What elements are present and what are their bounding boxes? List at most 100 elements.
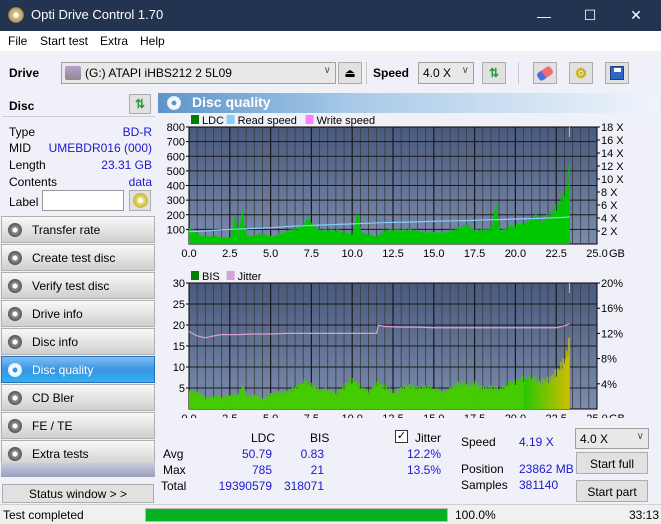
disc-quality-icon (167, 96, 181, 110)
data-bar (568, 165, 570, 244)
y-tick-label: 700 (167, 137, 185, 149)
disc-mid-row: MID UMEBDR016 (000) (9, 141, 152, 157)
chevron-down-icon: ∨ (461, 65, 469, 76)
x-tick-label: 15.0 (423, 248, 444, 260)
y-tick-label: 15 (173, 341, 185, 353)
nav-transfer-rate[interactable]: Transfer rate (1, 216, 155, 243)
legend-swatch (191, 271, 199, 280)
x-tick-label: 5.0 (263, 248, 278, 260)
y2-tick-label: 4% (601, 379, 617, 391)
nav-label: FE / TE (32, 419, 73, 433)
avg-ldc: 50.79 (241, 447, 272, 461)
nav-disc-info[interactable]: Disc info (1, 328, 155, 355)
nav-label: Extra tests (32, 447, 89, 461)
x-tick-label: 10.0 (341, 413, 362, 418)
x-tick-label: 12.5 (382, 248, 403, 260)
save-button[interactable] (605, 62, 629, 84)
legend-label: LDC (202, 115, 224, 127)
nav-fe-te[interactable]: FE / TE (1, 412, 155, 439)
menu-start-test[interactable]: Start test (40, 34, 88, 48)
x-tick-label: 15.0 (423, 413, 444, 418)
disc-contents-label: Contents (9, 175, 58, 189)
start-part-button[interactable]: Start part (576, 480, 648, 502)
legend-swatch (305, 115, 314, 124)
drive-value: (G:) ATAPI iHBS212 2 5L09 (85, 66, 232, 80)
x-tick-label: 22.5 (545, 248, 566, 260)
left-panel: Disc ⇅ Type BD-R MID UMEBDR016 (000) Lengt… (0, 91, 157, 504)
y-tick-label: 25 (173, 299, 185, 311)
menu-help[interactable]: Help (140, 34, 165, 48)
app-icon (8, 7, 24, 23)
legend-swatch (226, 115, 235, 124)
y-tick-label: 300 (167, 195, 185, 207)
disc-icon (8, 363, 22, 377)
refresh-button[interactable]: ⇅ (482, 62, 506, 84)
test-speed-select[interactable]: 4.0 X ∨ (575, 428, 649, 449)
disc-length-value: 23.31 GB (101, 158, 152, 172)
disc-icon (8, 307, 22, 321)
y2-tick-label: 14 X (601, 148, 624, 160)
disc-contents-row: Contents data (9, 175, 152, 191)
x-tick-label: 25.0 (586, 413, 607, 418)
nav-drive-info[interactable]: Drive info (1, 300, 155, 327)
menu-file[interactable]: File (8, 34, 27, 48)
menu-extra[interactable]: Extra (100, 34, 128, 48)
disc-type-value: BD-R (122, 125, 152, 139)
total-ldc: 19390579 (218, 479, 272, 493)
x-tick-label: 17.5 (464, 248, 485, 260)
legend-label: Read speed (238, 115, 297, 127)
status-window-button[interactable]: Status window > > (2, 484, 154, 503)
refresh-icon: ⇅ (134, 97, 146, 111)
samples-value: 381140 (519, 478, 559, 492)
jitter-checkbox[interactable]: ✓ (395, 430, 408, 443)
y2-tick-label: 6 X (601, 200, 618, 212)
minimize-button[interactable]: — (521, 0, 567, 31)
y2-tick-label: 12 X (601, 161, 624, 173)
start-full-button[interactable]: Start full (576, 452, 648, 474)
avg-bis: 0.83 (300, 447, 324, 461)
legend-label: BIS (202, 271, 220, 283)
disc-refresh-button[interactable]: ⇅ (129, 94, 151, 114)
speed-select[interactable]: 4.0 X ∨ (418, 62, 474, 84)
speed-stat-label: Speed (461, 435, 496, 449)
progress-label: 100.0% (455, 508, 496, 522)
total-label: Total (161, 479, 187, 493)
y2-tick-label: 16% (601, 303, 623, 315)
ldc-column-header: LDC (251, 431, 276, 445)
erase-button[interactable] (533, 62, 557, 84)
eject-icon: ⏏ (344, 66, 356, 80)
disc-icon (8, 391, 22, 405)
test-speed-value: 4.0 X (580, 432, 609, 446)
x-tick-label: 10.0 (341, 248, 362, 260)
x-tick-label: 2.5 (222, 248, 237, 260)
ldc-chart: LDC Read speed Write speed 0.0 2.5 5.0 7.5 10.0… (167, 115, 625, 260)
nav-create-test-disc[interactable]: Create test disc (1, 244, 155, 271)
disc-label-button[interactable] (129, 190, 151, 211)
disc-quality-panel: Disc quality LDC Read speed Write speed 0.0… (157, 91, 661, 504)
x-axis-unit: GB (609, 248, 625, 260)
minimize-icon: — (537, 7, 551, 24)
close-button[interactable]: ✕ (613, 0, 659, 31)
samples-label: Samples (461, 478, 508, 492)
disc-label-input[interactable] (42, 190, 124, 211)
maximize-button[interactable]: ☐ (567, 0, 613, 31)
legend-label: Jitter (238, 271, 262, 283)
status-text: Test completed (3, 508, 84, 522)
x-tick-label: 25.0 (586, 248, 607, 260)
nav-disc-quality[interactable]: Disc quality (1, 356, 155, 383)
max-bis: 21 (310, 463, 324, 477)
eject-button[interactable]: ⏏ (338, 62, 362, 84)
legend-label: Write speed (317, 115, 376, 127)
x-tick-label: 0.0 (181, 248, 196, 260)
max-label: Max (163, 463, 186, 477)
y2-tick-label: 20% (601, 278, 623, 290)
nav-verify-test-disc[interactable]: Verify test disc (1, 272, 155, 299)
y-tick-label: 600 (167, 151, 185, 163)
drive-select[interactable]: (G:) ATAPI iHBS212 2 5L09 ∨ (61, 62, 336, 84)
settings-button[interactable]: ⚙ (569, 62, 593, 84)
disc-mid-label: MID (9, 141, 31, 155)
disc-header: Disc ⇅ (2, 93, 155, 117)
y2-tick-label: 2 X (601, 226, 618, 238)
nav-cd-bler[interactable]: CD Bler (1, 384, 155, 411)
y-tick-label: 100 (167, 224, 185, 236)
